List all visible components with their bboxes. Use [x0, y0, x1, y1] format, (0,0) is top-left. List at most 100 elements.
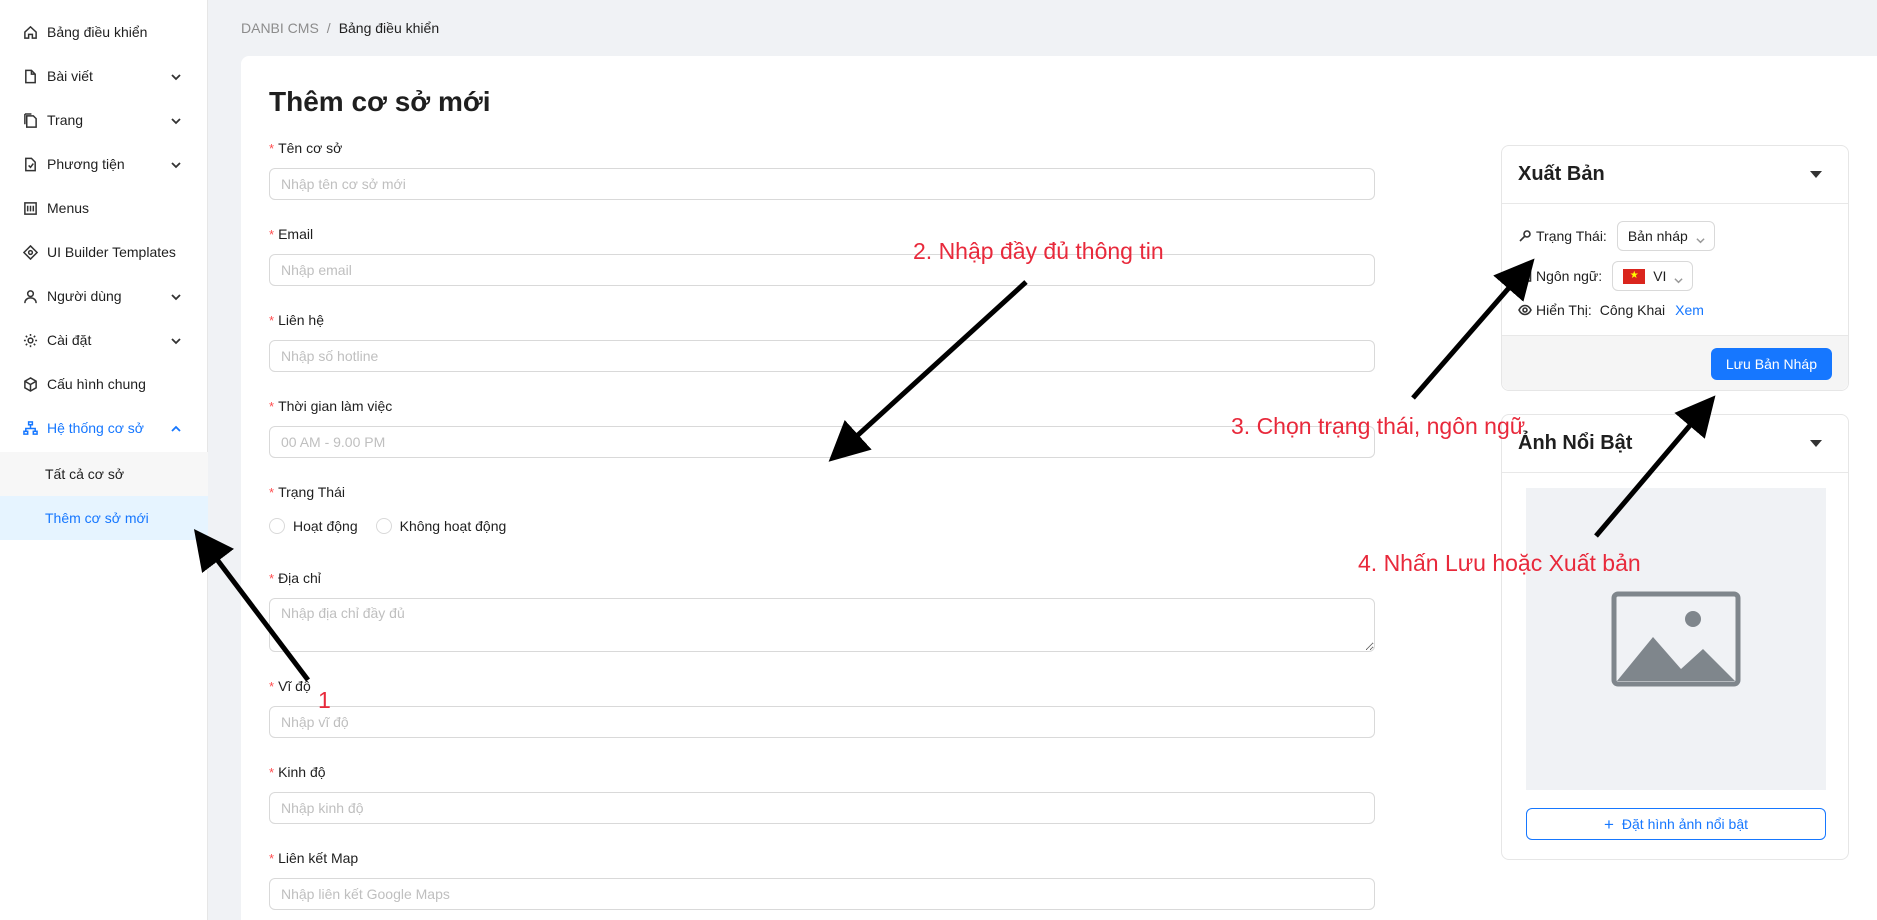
annotation-step-3: 3. Chọn trạng thái, ngôn ngữ	[1231, 413, 1526, 439]
view-link[interactable]: Xem	[1675, 302, 1704, 318]
language-label: Ngôn ngữ:	[1536, 268, 1603, 284]
email-input[interactable]	[269, 254, 1375, 286]
gear-icon	[22, 332, 38, 348]
home-icon	[22, 24, 38, 40]
sidebar-item-users[interactable]: Người dùng	[0, 274, 208, 318]
visibility-label: Hiển Thị:	[1536, 302, 1592, 318]
sidebar-item-label: Cấu hình chung	[47, 376, 146, 392]
sidebar-submenu: Tất cả cơ sở Thêm cơ sở mới	[0, 452, 208, 540]
map-link-input[interactable]	[269, 878, 1375, 910]
publish-language-row: Ngôn ngữ: ★ VI	[1518, 261, 1694, 291]
config-icon	[22, 376, 38, 392]
chevron-down-icon	[170, 290, 182, 302]
save-draft-button[interactable]: Lưu Bản Nháp	[1710, 348, 1832, 380]
vietnam-flag-icon: ★	[1623, 268, 1646, 284]
sidebar-item-label: UI Builder Templates	[47, 244, 176, 260]
sidebar: Bảng điều khiển Bài viết Trang Phương ti…	[0, 0, 208, 920]
latitude-input[interactable]	[269, 706, 1375, 738]
featured-image-placeholder[interactable]	[1526, 488, 1826, 790]
chevron-down-icon	[170, 114, 182, 126]
map-link-label: * Liên kết Map	[269, 850, 358, 866]
breadcrumb: DANBI CMS / Bảng điều khiển	[241, 20, 439, 36]
page-title: Thêm cơ sở mới	[269, 86, 491, 117]
featured-image-panel-header: Ảnh Nổi Bật	[1502, 415, 1848, 473]
status-select[interactable]: Bản nháp	[1616, 221, 1715, 251]
sidebar-subitem-add-facility[interactable]: Thêm cơ sở mới	[0, 496, 208, 540]
publish-status-row: Trạng Thái: Bản nháp	[1518, 221, 1715, 251]
breadcrumb-separator: /	[326, 20, 331, 36]
sidebar-subitem-all-facilities[interactable]: Tất cả cơ sở	[0, 452, 208, 496]
sidebar-item-label: Trang	[47, 112, 84, 128]
sidebar-item-settings[interactable]: Cài đặt	[0, 318, 208, 362]
chevron-down-icon	[1696, 232, 1705, 244]
address-textarea[interactable]	[269, 598, 1375, 652]
required-mark: *	[269, 851, 275, 866]
set-featured-image-label: Đặt hình ảnh nổi bật	[1621, 816, 1749, 832]
contact-input[interactable]	[269, 340, 1375, 372]
annotation-step-4: 4. Nhấn Lưu hoặc Xuất bản	[1358, 550, 1641, 576]
language-icon	[1518, 269, 1532, 283]
sidebar-item-ui-builder[interactable]: UI Builder Templates	[0, 230, 208, 274]
set-featured-image-button[interactable]: + Đặt hình ảnh nổi bật	[1526, 808, 1826, 840]
publish-panel: Xuất Bản Trạng Thái: Bản nháp Ngôn ngữ: …	[1501, 145, 1849, 391]
image-placeholder-icon	[1611, 591, 1741, 687]
publish-panel-footer: Lưu Bản Nháp	[1502, 335, 1848, 390]
plus-icon: +	[1603, 814, 1614, 834]
radio-circle[interactable]	[375, 518, 392, 534]
radio-circle[interactable]	[269, 518, 285, 534]
sidebar-item-facility-system[interactable]: Hệ thống cơ sở	[0, 406, 208, 450]
sitemap-icon	[22, 420, 38, 436]
sidebar-item-general-config[interactable]: Cấu hình chung	[0, 362, 208, 406]
publish-visibility-row: Hiển Thị: Công Khai Xem	[1518, 302, 1704, 318]
chevron-down-icon	[170, 70, 182, 82]
main-content: Thêm cơ sở mới *Tên cơ sở *Email *Liên h…	[241, 56, 1877, 920]
hours-label-text: Thời gian làm việc	[278, 398, 393, 414]
sidebar-item-label: Phương tiện	[47, 156, 125, 172]
address-label: * Địa chỉ	[269, 570, 321, 586]
language-select-value: VI	[1653, 268, 1667, 284]
status-label: * Trạng Thái	[269, 484, 345, 500]
required-mark: *	[269, 313, 275, 328]
required-mark: *	[269, 227, 275, 242]
sidebar-item-posts[interactable]: Bài viết	[0, 54, 208, 98]
breadcrumb-root[interactable]: DANBI CMS	[241, 20, 319, 36]
user-icon	[22, 288, 38, 304]
sidebar-item-label: Cài đặt	[47, 332, 92, 348]
visibility-value: Công Khai	[1599, 302, 1666, 318]
chevron-down-icon	[170, 334, 182, 346]
radio-label: Hoạt động	[293, 518, 358, 534]
hours-input[interactable]	[269, 426, 1375, 458]
email-label-text: Email	[278, 226, 314, 242]
name-label: * Tên cơ sở	[269, 140, 342, 156]
sidebar-item-dashboard[interactable]: Bảng điều khiển	[0, 10, 208, 54]
publish-panel-header: Xuất Bản	[1502, 146, 1848, 204]
required-mark: *	[269, 679, 275, 694]
map-link-label-text: Liên kết Map	[278, 850, 359, 866]
required-mark: *	[269, 399, 275, 414]
status-select-value: Bản nháp	[1627, 228, 1688, 244]
featured-image-panel-title: Ảnh Nổi Bật	[1518, 432, 1633, 454]
hours-label: * Thời gian làm việc	[269, 398, 392, 414]
sidebar-item-label: Hệ thống cơ sở	[47, 420, 144, 436]
media-icon	[22, 156, 38, 172]
sidebar-item-pages[interactable]: Trang	[0, 98, 208, 142]
sidebar-subitem-label: Tất cả cơ sở	[45, 466, 125, 482]
sidebar-item-media[interactable]: Phương tiện	[0, 142, 208, 186]
sidebar-item-label: Menus	[47, 200, 90, 216]
publish-panel-title: Xuất Bản	[1518, 163, 1605, 185]
status-radio-inactive[interactable]: Không hoạt động	[375, 518, 507, 534]
featured-image-panel: Ảnh Nổi Bật + Đặt hình ảnh nổi bật	[1501, 414, 1849, 860]
status-radio-active[interactable]: Hoạt động	[269, 518, 358, 534]
radio-label: Không hoạt động	[399, 518, 507, 534]
name-input[interactable]	[269, 168, 1375, 200]
caret-down-icon[interactable]	[1810, 171, 1822, 178]
language-select[interactable]: ★ VI	[1612, 261, 1694, 291]
name-label-text: Tên cơ sở	[278, 140, 343, 156]
sidebar-item-menus[interactable]: Menus	[0, 186, 208, 230]
address-label-text: Địa chỉ	[278, 570, 321, 586]
sidebar-item-label: Bảng điều khiển	[47, 24, 148, 40]
caret-down-icon[interactable]	[1810, 440, 1822, 447]
file-icon	[22, 68, 38, 84]
longitude-label: * Kinh độ	[269, 764, 326, 780]
longitude-input[interactable]	[269, 792, 1375, 824]
